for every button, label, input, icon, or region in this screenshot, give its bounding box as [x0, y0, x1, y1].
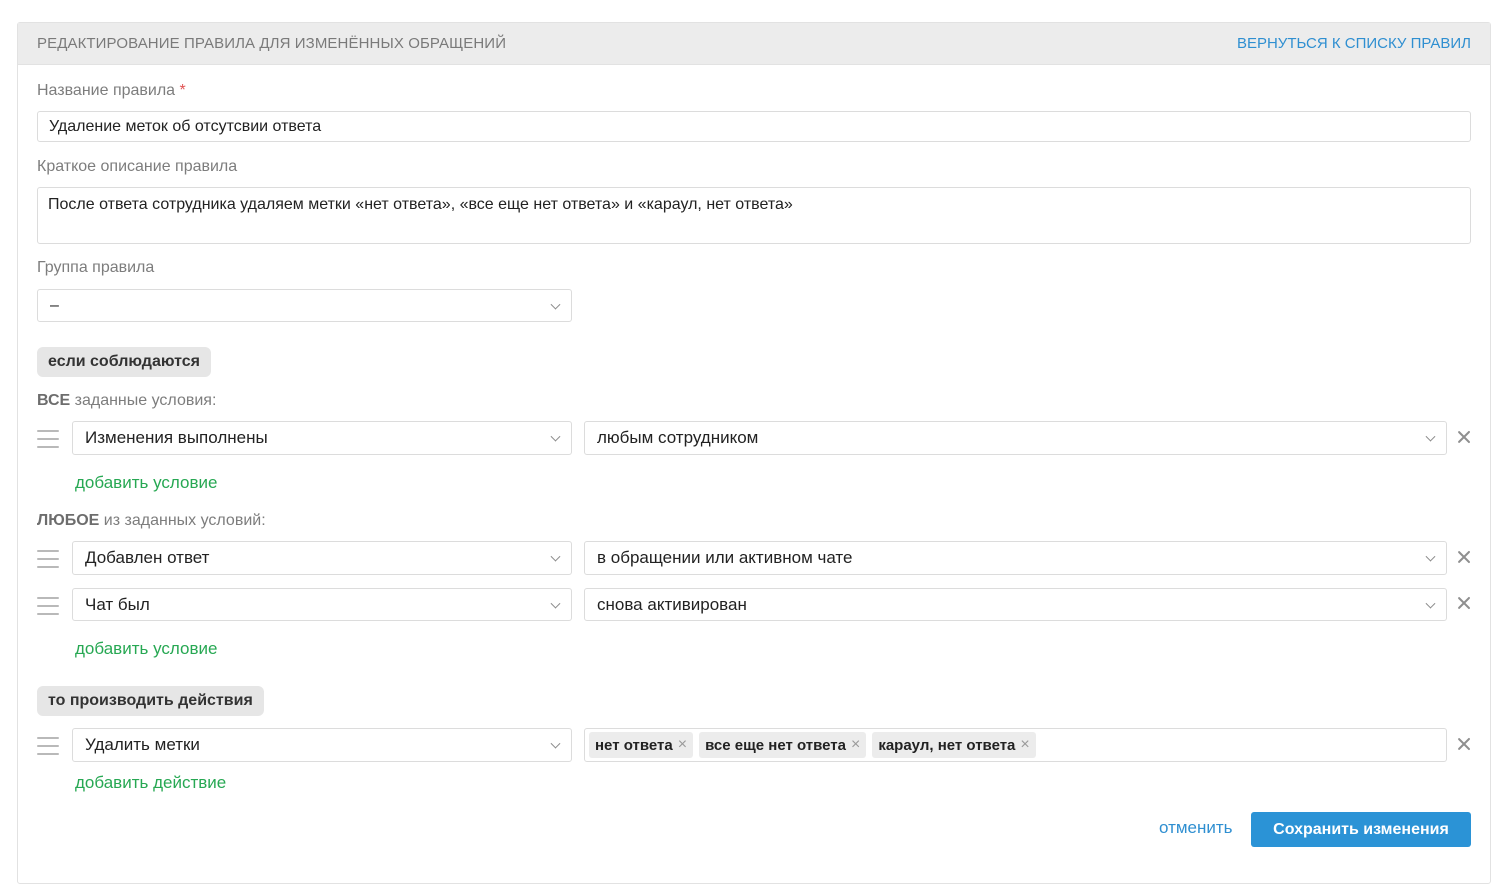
remove-condition-icon[interactable]	[1457, 596, 1471, 610]
all-conditions-prefix: ВСЕ	[37, 392, 71, 409]
drag-handle-icon[interactable]	[37, 597, 59, 615]
condition-value: снова активирован	[597, 594, 747, 614]
add-action-link[interactable]: добавить действие	[75, 773, 226, 793]
rule-name-label: Название правила *	[37, 82, 186, 100]
tags-input[interactable]: нет ответа × все еще нет ответа × караул…	[584, 728, 1447, 762]
chevron-down-icon	[1425, 551, 1436, 562]
any-conditions-prefix: ЛЮБОЕ	[37, 512, 100, 529]
conditions-section-pill: если соблюдаются	[37, 347, 211, 377]
rule-name-input[interactable]: Удаление меток об отсутсвии ответа	[37, 111, 1471, 142]
chevron-down-icon	[550, 431, 561, 442]
action-field-value: Удалить метки	[85, 735, 200, 754]
add-condition-any-link[interactable]: добавить условие	[75, 639, 217, 659]
chevron-down-icon	[550, 738, 561, 749]
remove-action-icon[interactable]	[1457, 737, 1471, 751]
drag-handle-icon[interactable]	[37, 737, 59, 755]
condition-field-value: Добавлен ответ	[85, 548, 210, 567]
drag-handle-icon[interactable]	[37, 550, 59, 568]
remove-condition-icon[interactable]	[1457, 550, 1471, 564]
condition-value-select[interactable]: в обращении или активном чате	[584, 541, 1447, 575]
condition-field-value: Чат был	[85, 594, 150, 614]
condition-value-select[interactable]: любым сотрудником	[584, 421, 1447, 455]
rule-description-value: После ответа сотрудника удаляем метки «н…	[48, 196, 793, 213]
panel-header: РЕДАКТИРОВАНИЕ ПРАВИЛА ДЛЯ ИЗМЕНЁННЫХ ОБ…	[18, 23, 1490, 65]
remove-condition-icon[interactable]	[1457, 430, 1471, 444]
tag-chip: караул, нет ответа ×	[872, 732, 1036, 758]
tag-remove-icon[interactable]: ×	[678, 736, 687, 754]
rule-group-select[interactable]: –	[37, 289, 572, 322]
tag-label: караул, нет ответа	[878, 736, 1016, 754]
add-condition-all-link[interactable]: добавить условие	[75, 473, 217, 493]
condition-field-select[interactable]: Изменения выполнены	[72, 421, 572, 455]
all-conditions-suffix: заданные условия:	[70, 392, 217, 409]
rule-description-textarea[interactable]: После ответа сотрудника удаляем метки «н…	[37, 187, 1471, 244]
condition-value: любым сотрудником	[597, 428, 759, 447]
any-conditions-suffix: из заданных условий:	[99, 512, 266, 529]
condition-field-select[interactable]: Чат был	[72, 588, 572, 621]
action-field-select[interactable]: Удалить метки	[72, 728, 572, 762]
rule-group-value: –	[50, 296, 59, 314]
condition-value: в обращении или активном чате	[597, 548, 853, 567]
drag-handle-icon[interactable]	[37, 430, 59, 448]
condition-field-value: Изменения выполнены	[85, 428, 268, 447]
tag-label: все еще нет ответа	[705, 736, 846, 754]
back-to-rules-link[interactable]: ВЕРНУТЬСЯ К СПИСКУ ПРАВИЛ	[1237, 35, 1471, 52]
rule-group-label: Группа правила	[37, 259, 155, 276]
rule-description-label: Краткое описание правила	[37, 158, 238, 175]
any-conditions-label: ЛЮБОЕ из заданных условий:	[37, 512, 266, 530]
all-conditions-label: ВСЕ заданные условия:	[37, 392, 216, 410]
condition-field-select[interactable]: Добавлен ответ	[72, 541, 572, 575]
cancel-link[interactable]: отменить	[1159, 818, 1233, 838]
actions-section-pill: то производить действия	[37, 686, 264, 716]
required-mark: *	[179, 82, 186, 99]
tag-remove-icon[interactable]: ×	[1020, 736, 1029, 754]
tag-chip: нет ответа ×	[589, 732, 694, 758]
tag-remove-icon[interactable]: ×	[851, 736, 860, 754]
page-title: РЕДАКТИРОВАНИЕ ПРАВИЛА ДЛЯ ИЗМЕНЁННЫХ ОБ…	[37, 35, 507, 52]
chevron-down-icon	[550, 551, 561, 562]
save-changes-button[interactable]: Сохранить изменения	[1251, 812, 1471, 847]
rule-name-label-text: Название правила	[37, 82, 176, 99]
tag-chip: все еще нет ответа ×	[699, 732, 867, 758]
chevron-down-icon	[550, 299, 561, 310]
chevron-down-icon	[550, 598, 561, 609]
condition-value-select[interactable]: снова активирован	[584, 588, 1447, 621]
tag-label: нет ответа	[595, 736, 673, 754]
rule-name-value: Удаление меток об отсутсвии ответа	[49, 118, 322, 135]
chevron-down-icon	[1425, 598, 1436, 609]
chevron-down-icon	[1425, 431, 1436, 442]
